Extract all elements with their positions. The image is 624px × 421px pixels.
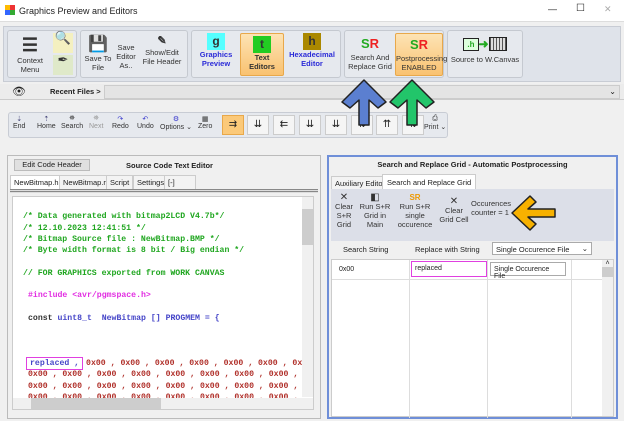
blue-arrow	[341, 79, 387, 126]
annotation-arrows	[341, 79, 556, 231]
orange-arrow	[511, 195, 556, 231]
green-arrow	[389, 79, 435, 126]
